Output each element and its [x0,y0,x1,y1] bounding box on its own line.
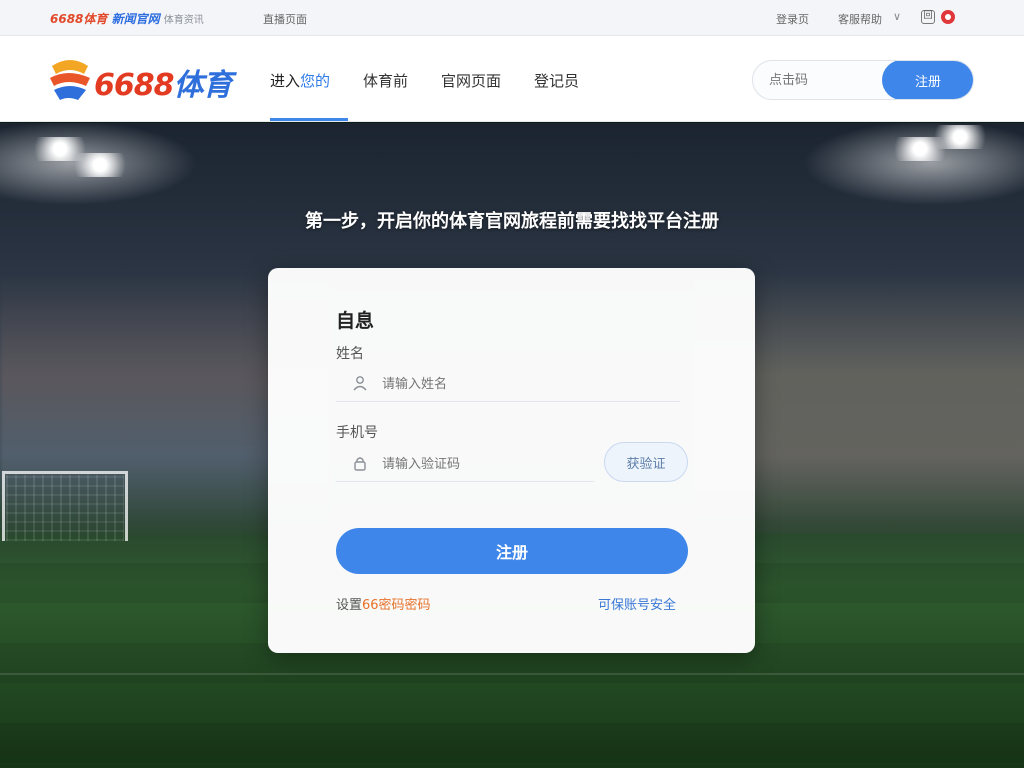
nav-item-register[interactable]: 登记员 [534,70,579,91]
topbar-brand-news: 新闻官网 [111,12,160,26]
logo-chinese: 体育 [173,68,233,103]
pitch-stripe [0,723,1024,763]
nav-active-underline [270,118,348,121]
top-utility-bar: 6688体育 新闻官网 体育资讯 直播页面 登录页 客服帮助 ∨ 回 [0,0,1024,36]
account-security-link[interactable]: 可保账号安全 [598,594,676,613]
chevron-down-icon[interactable]: ∨ [893,10,901,23]
nav-item-enter-highlight: 您的 [300,72,331,90]
name-label: 姓名 [336,346,364,362]
logo-wordmark: 6688体育 [94,60,233,104]
nav-item-enter[interactable]: 进入您的 [270,70,330,91]
header-search: 注册 [752,60,974,100]
register-card: 自息 姓名 手机号 获验证 注册 设置66密码密码 可保账号安全 [268,268,755,653]
phone-field [336,446,632,482]
phone-input[interactable] [382,446,632,482]
logo-mark-icon [50,60,90,100]
stadium-hero: 第一步，开启你的体育官网旅程前需要找找平台注册 自息 姓名 手机号 获验证 注册… [0,123,1024,768]
form-title: 自息 [336,310,375,332]
main-header: 6688体育 进入您的 体育前 官网页面 登记员 注册 [0,36,1024,122]
topbar-link-login[interactable]: 登录页 [776,11,809,27]
topbar-link-help[interactable]: 客服帮助 [838,11,882,27]
get-code-button[interactable]: 获验证 [604,442,688,482]
lock-icon [354,457,366,471]
nav-item-enter-label: 进入 [270,72,301,90]
set-password-link[interactable]: 设置66密码密码 [336,594,431,613]
set-password-prefix: 设置 [336,598,363,613]
set-password-accent: 66密码密码 [362,598,431,613]
name-field [336,366,680,402]
pitch-line [0,673,1024,675]
topbar-brand-main: 6688体育 [50,12,108,26]
header-search-input[interactable] [769,61,885,99]
goal-frame [2,471,128,541]
nav-item-official[interactable]: 官网页面 [441,70,501,91]
phone-label: 手机号 [336,425,378,441]
hero-title: 第一步，开启你的体育官网旅程前需要找找平台注册 [305,211,719,232]
window-icon[interactable]: 回 [921,10,935,24]
header-register-button[interactable]: 注册 [882,61,973,99]
site-logo[interactable]: 6688体育 [48,56,248,104]
nav-item-sports[interactable]: 体育前 [363,70,408,91]
floodlight-right-2 [930,125,990,149]
logo-number: 6688 [94,68,174,103]
user-icon [353,376,367,391]
name-input[interactable] [382,366,632,402]
topbar-brand[interactable]: 6688体育 新闻官网 体育资讯 [50,10,204,27]
topbar-brand-sub: 体育资讯 [163,15,204,26]
register-submit-button[interactable]: 注册 [336,528,688,574]
topbar-link-live[interactable]: 直播页面 [263,11,307,27]
record-icon[interactable] [940,9,956,25]
floodlight-left-2 [70,153,130,177]
